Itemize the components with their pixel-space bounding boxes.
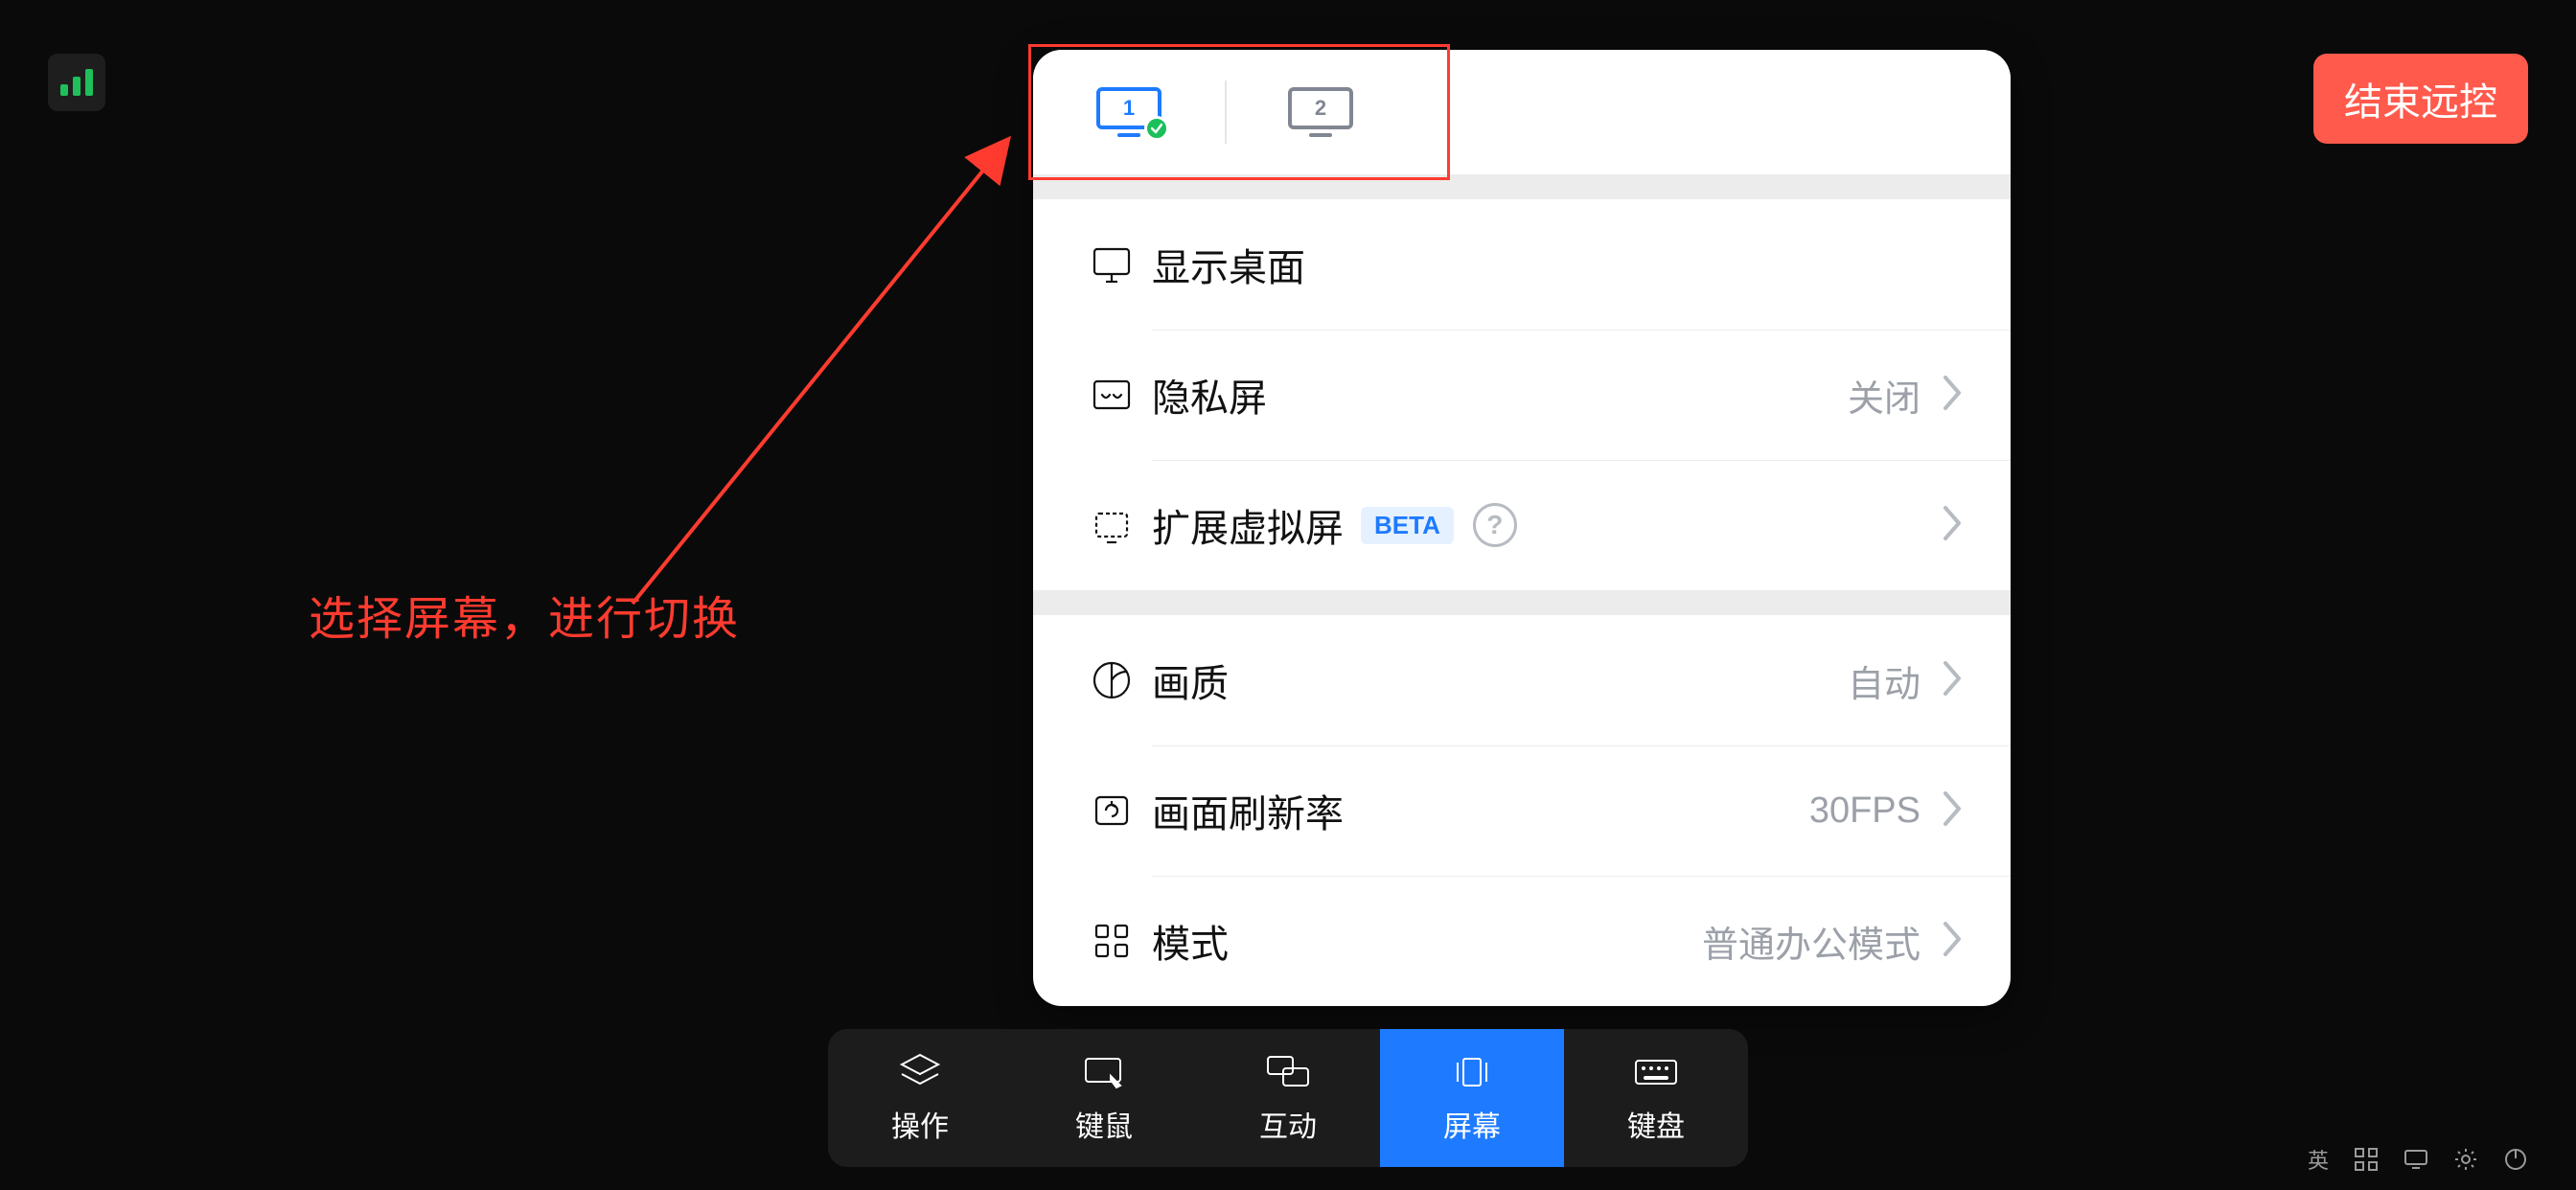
row-show-desktop[interactable]: 显示桌面: [1033, 199, 2011, 330]
active-check-icon: [1144, 116, 1169, 141]
virtual-screen-icon: [1071, 502, 1152, 548]
chevron-right-icon: [1940, 790, 1965, 833]
toolbar-label: 键盘: [1627, 1103, 1685, 1145]
row-label: 画质: [1152, 652, 1229, 708]
row-label: 模式: [1152, 913, 1229, 969]
screens-icon: [1446, 1051, 1498, 1093]
toolbar-label: 屏幕: [1443, 1103, 1501, 1145]
quality-icon: [1071, 657, 1152, 703]
end-remote-button[interactable]: 结束远控: [2313, 54, 2528, 144]
bottom-toolbar: 操作 键鼠 互动 屏幕 键盘: [828, 1029, 1748, 1167]
privacy-icon: [1071, 372, 1152, 418]
ime-indicator[interactable]: 英: [2308, 1144, 2329, 1175]
screen-tab-2[interactable]: 2: [1225, 50, 1416, 174]
monitor-2-icon: 2: [1288, 87, 1353, 137]
keyboard-icon: [1630, 1051, 1682, 1093]
mouse-keyboard-icon: [1078, 1051, 1130, 1093]
chevron-right-icon: [1940, 504, 1965, 547]
refresh-icon: [1071, 788, 1152, 834]
signal-icon: [60, 69, 93, 96]
chevron-right-icon: [1940, 374, 1965, 417]
toolbar-label: 互动: [1259, 1103, 1317, 1145]
toolbar-interact[interactable]: 互动: [1196, 1029, 1380, 1167]
chevron-right-icon: [1940, 659, 1965, 702]
row-label: 画面刷新率: [1152, 783, 1344, 838]
row-value: 普通办公模式: [1702, 915, 1920, 968]
row-label: 显示桌面: [1152, 237, 1305, 292]
row-value: 自动: [1848, 654, 1920, 707]
toolbar-km[interactable]: 键鼠: [1012, 1029, 1196, 1167]
row-mode[interactable]: 模式 普通办公模式: [1033, 876, 2011, 1006]
screen-settings-panel: 1 2 显示桌面 隐私屏 关闭: [1033, 50, 2011, 1006]
row-virtual-screen[interactable]: 扩展虚拟屏 BETA ?: [1033, 460, 2011, 590]
annotation-caption: 选择屏幕，进行切换: [309, 581, 740, 648]
screen-selector-tabs: 1 2: [1033, 50, 2011, 174]
row-quality[interactable]: 画质 自动: [1033, 615, 2011, 745]
gear-status-icon[interactable]: [2453, 1147, 2478, 1172]
toolbar-ops[interactable]: 操作: [828, 1029, 1012, 1167]
row-value: 关闭: [1848, 369, 1920, 422]
toolbar-keyboard[interactable]: 键盘: [1564, 1029, 1748, 1167]
status-tray: 英: [2308, 1144, 2528, 1175]
panel-divider: [1033, 174, 2011, 199]
toolbar-label: 键鼠: [1075, 1103, 1133, 1145]
row-privacy-screen[interactable]: 隐私屏 关闭: [1033, 330, 2011, 460]
row-value: 30FPS: [1809, 790, 1920, 832]
grid-status-icon[interactable]: [2354, 1147, 2379, 1172]
desktop-icon: [1071, 241, 1152, 287]
monitor-status-icon[interactable]: [2404, 1147, 2428, 1172]
row-label: 扩展虚拟屏: [1152, 497, 1344, 553]
toolbar-screen[interactable]: 屏幕: [1380, 1029, 1564, 1167]
row-fps[interactable]: 画面刷新率 30FPS: [1033, 745, 2011, 876]
grid-icon: [1071, 918, 1152, 964]
screen-tab-1[interactable]: 1: [1033, 50, 1225, 174]
beta-badge: BETA: [1361, 507, 1454, 544]
layers-icon: [894, 1051, 946, 1093]
monitor-1-icon: 1: [1096, 87, 1162, 137]
chevron-right-icon: [1940, 920, 1965, 963]
panel-divider: [1033, 590, 2011, 615]
chat-icon: [1262, 1051, 1314, 1093]
signal-strength-badge[interactable]: [48, 54, 105, 111]
help-icon[interactable]: ?: [1473, 503, 1517, 547]
power-status-icon[interactable]: [2503, 1147, 2528, 1172]
row-label: 隐私屏: [1152, 367, 1267, 423]
toolbar-label: 操作: [891, 1103, 949, 1145]
